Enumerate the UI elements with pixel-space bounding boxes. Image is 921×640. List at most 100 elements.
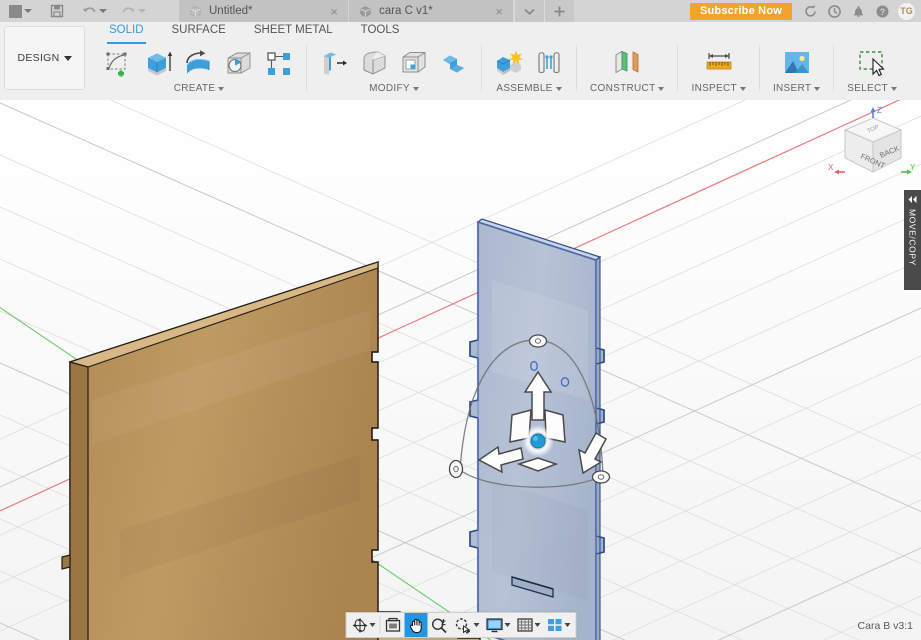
select-tools: [854, 42, 890, 82]
tab-sheet-metal[interactable]: SHEET METAL: [240, 22, 347, 42]
sync-icon[interactable]: [798, 0, 822, 22]
undo-button[interactable]: [79, 1, 110, 21]
chevron-down-icon: [473, 623, 479, 627]
top-right-controls: Subscribe Now ? TG: [684, 0, 921, 22]
subscribe-now-button[interactable]: Subscribe Now: [689, 2, 792, 20]
inspect-tools: [701, 42, 737, 82]
view-cube[interactable]: FRONT BACK TOP Z X Y: [827, 106, 919, 188]
assemble-label-text: ASSEMBLE: [496, 83, 553, 94]
close-icon[interactable]: ×: [491, 5, 503, 18]
quick-access-buttons: [0, 0, 149, 22]
chevron-down-icon: [63, 55, 72, 61]
notifications-bell-icon[interactable]: [846, 0, 870, 22]
file-menu-button[interactable]: [6, 1, 35, 21]
divider: [833, 45, 835, 91]
chevron-down-icon: [218, 86, 225, 91]
save-button[interactable]: [47, 1, 67, 21]
combine-icon[interactable]: [436, 46, 472, 82]
collapse-left-icon: [908, 196, 917, 203]
construct-label-text: CONSTRUCT: [590, 83, 656, 94]
assemble-tools: [491, 42, 567, 82]
tab-surface[interactable]: SURFACE: [158, 22, 240, 42]
joint-icon[interactable]: [531, 46, 567, 82]
construct-group-label[interactable]: CONSTRUCT: [590, 83, 665, 94]
look-at-icon: [385, 617, 400, 632]
wood-wall-left-edge: [69, 361, 89, 640]
close-icon[interactable]: ×: [326, 5, 338, 18]
help-icon[interactable]: ?: [870, 0, 894, 22]
viewports[interactable]: [543, 613, 573, 637]
viewports-icon: [547, 619, 561, 631]
look-at-tool[interactable]: [381, 613, 404, 637]
ribbon-group-construct: CONSTRUCT: [580, 42, 674, 100]
move-copy-panel-tab[interactable]: MOVE/COPY: [904, 190, 921, 290]
insert-label-text: INSERT: [772, 83, 812, 94]
fillet-icon[interactable]: [356, 46, 392, 82]
hole-icon[interactable]: [221, 46, 257, 82]
ribbon-group-inspect: INSPECT: [681, 42, 755, 100]
viewport-scene: [0, 100, 921, 640]
chevron-down-icon: [555, 86, 562, 91]
tab-tools[interactable]: TOOLS: [347, 22, 414, 42]
quick-access-toolbar: Untitled* × cara C v1* × Subscribe Now ?…: [0, 0, 921, 22]
press-pull-icon[interactable]: [316, 46, 352, 82]
display-settings[interactable]: [482, 613, 513, 637]
pan-tool[interactable]: [404, 613, 427, 637]
create-tools: [101, 42, 297, 82]
chevron-down-icon: [739, 86, 746, 91]
divider: [481, 45, 482, 91]
new-component-icon[interactable]: [491, 46, 527, 82]
inspect-label-text: INSPECT: [691, 83, 737, 94]
create-sketch-icon[interactable]: [101, 46, 137, 82]
ribbon-group-create: CREATE: [95, 42, 303, 100]
rotate-handle-top: [528, 334, 548, 348]
history-icon[interactable]: [822, 0, 846, 22]
offset-plane-icon[interactable]: [609, 46, 645, 82]
workspace-selector[interactable]: DESIGN: [4, 26, 85, 90]
measure-ruler-icon[interactable]: [701, 46, 737, 82]
avatar[interactable]: TG: [898, 2, 915, 20]
inspect-group-label[interactable]: INSPECT: [691, 83, 746, 94]
document-tab-untitled[interactable]: Untitled* ×: [179, 0, 349, 22]
redo-button[interactable]: [118, 1, 149, 21]
construct-tools: [609, 42, 645, 82]
extrude-icon[interactable]: [141, 46, 177, 82]
x-axis-label: X: [828, 163, 834, 172]
assemble-group-label[interactable]: ASSEMBLE: [496, 83, 562, 94]
chevron-down-icon: [412, 86, 419, 91]
3d-viewport[interactable]: FRONT BACK TOP Z X Y MOVE/COPY Cara B v3…: [0, 100, 921, 640]
shell-icon[interactable]: [396, 46, 432, 82]
chevron-down-icon: [814, 86, 821, 91]
redo-chevron-down-icon: [138, 9, 146, 13]
select-group-label[interactable]: SELECT: [847, 83, 897, 94]
orbit-tool[interactable]: [348, 613, 378, 637]
create-group-label[interactable]: CREATE: [174, 83, 225, 94]
grid-snaps[interactable]: [513, 613, 543, 637]
tab-solid[interactable]: SOLID: [95, 22, 158, 44]
select-window-icon[interactable]: [854, 46, 890, 82]
divider: [306, 45, 307, 91]
panel-scroll-hint-icon: [905, 178, 919, 188]
ribbon-group-select: SELECT: [837, 42, 907, 100]
insert-group-label[interactable]: INSERT: [772, 83, 821, 94]
fit-tool[interactable]: [451, 613, 482, 637]
chevron-down-icon: [504, 623, 510, 627]
document-tab-cara-c-label: cara C v1*: [379, 5, 433, 17]
grid-icon: [516, 618, 533, 632]
document-tab-cara-c[interactable]: cara C v1* ×: [349, 0, 514, 22]
orbit-icon: [352, 617, 367, 633]
y-axis-label: Y: [910, 163, 916, 172]
navigation-bar: [345, 612, 576, 638]
insert-image-icon[interactable]: [779, 46, 815, 82]
new-tab-button[interactable]: [544, 0, 574, 22]
rotate-handle-right: [591, 470, 611, 484]
zoom-tool[interactable]: [427, 613, 451, 637]
undo-icon: [83, 6, 96, 12]
revolve-icon[interactable]: [181, 46, 217, 82]
document-cube-icon: [360, 5, 371, 17]
tab-list-dropdown-button[interactable]: [514, 0, 544, 22]
chevron-down-icon: [890, 86, 897, 91]
fusion360-window: Untitled* × cara C v1* × Subscribe Now ?…: [0, 0, 921, 640]
modify-group-label[interactable]: MODIFY: [369, 83, 419, 94]
pattern-icon[interactable]: [261, 46, 297, 82]
